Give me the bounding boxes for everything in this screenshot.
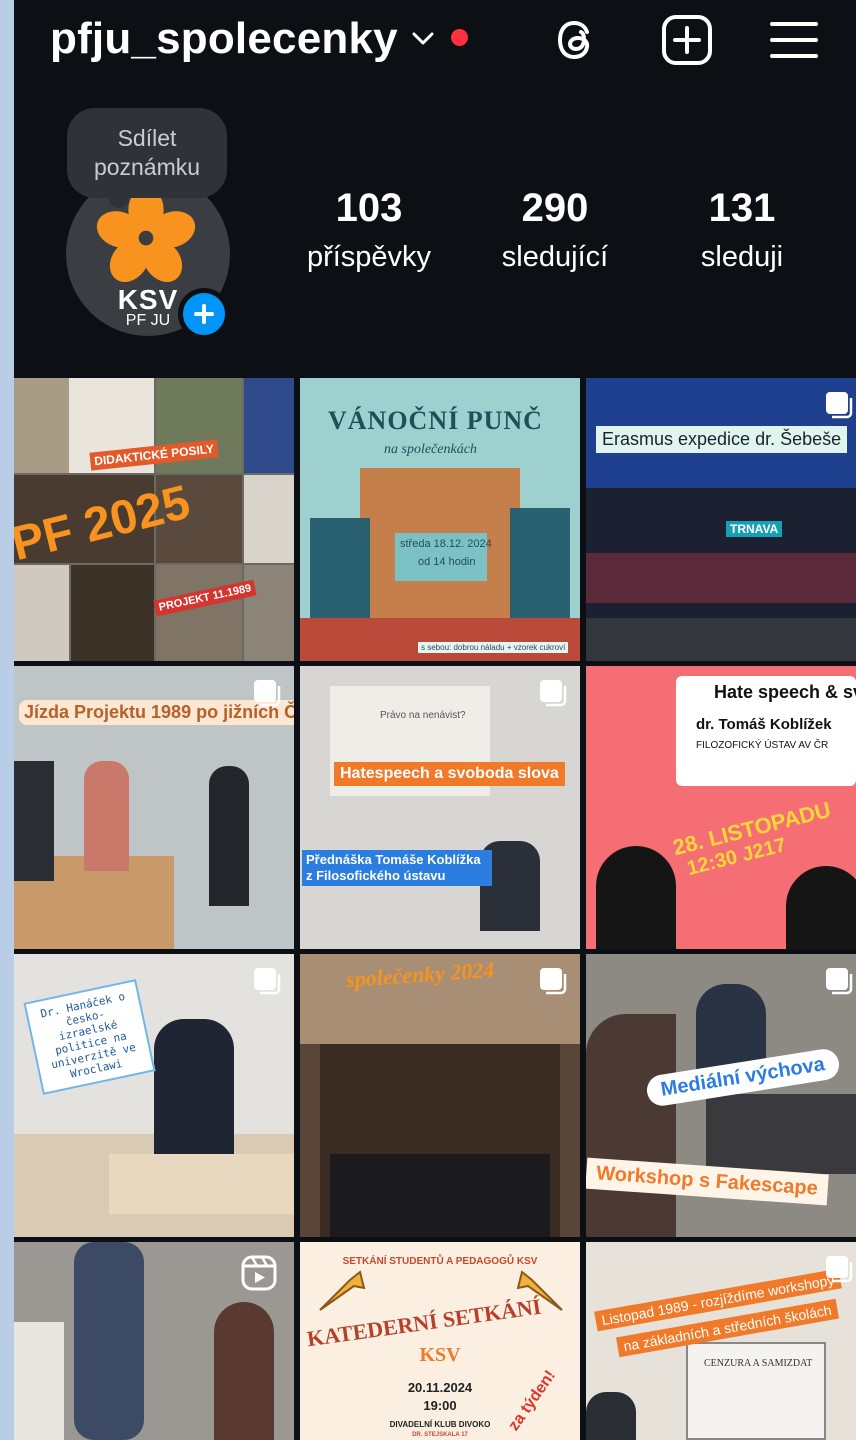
carousel-icon: [826, 1256, 853, 1283]
posts-grid: DIDAKTICKÉ POSILY PF 2025 PROJEKT 11.198…: [14, 378, 856, 1440]
post-tile[interactable]: Jízda Projektu 1989 po jižních Čechách: [14, 666, 294, 949]
notification-dot: [451, 29, 468, 46]
menu-icon[interactable]: [766, 12, 822, 68]
post-caption: na společenkách: [384, 442, 477, 457]
stat-label: sledující: [501, 241, 609, 273]
profile-screen: pfju_spolecenky KSV PF JU Sdílet poznámk…: [14, 0, 856, 1440]
carousel-icon: [254, 680, 281, 707]
post-tile[interactable]: VÁNOČNÍ PUNČ na společenkách středa 18.1…: [300, 378, 580, 661]
post-caption: dr. Tomáš Koblížek: [696, 716, 832, 733]
top-bar: pfju_spolecenky: [14, 0, 856, 80]
post-caption: TRNAVA: [726, 521, 783, 537]
add-story-button[interactable]: [178, 288, 230, 340]
stat-number: 290: [521, 186, 589, 230]
carousel-icon: [540, 968, 567, 995]
reels-icon: [241, 1255, 277, 1291]
followers-count[interactable]: 290 sledující: [465, 186, 645, 274]
post-tile[interactable]: DIDAKTICKÉ POSILY PF 2025 PROJEKT 11.198…: [14, 378, 294, 661]
post-tile[interactable]: Mediální výchova Workshop s Fakescape: [586, 954, 856, 1237]
carousel-icon: [254, 968, 281, 995]
post-caption: CENZURA A SAMIZDAT: [704, 1358, 813, 1369]
post-tile[interactable]: [14, 1242, 294, 1440]
post-tile[interactable]: Dr. Hanáček o česko-izraelské politice n…: [14, 954, 294, 1237]
post-tile[interactable]: Erasmus expedice dr. Šebeše TRNAVA: [586, 378, 856, 661]
post-caption: Přednáška Tomáše Koblížka z Filosofickéh…: [302, 850, 492, 886]
account-username[interactable]: pfju_spolecenky: [50, 14, 398, 64]
post-caption: Hatespeech a svoboda slova: [334, 762, 565, 786]
share-note-bubble[interactable]: Sdílet poznámku: [67, 108, 227, 198]
post-caption: DR. STEJSKALA 17: [412, 1432, 468, 1438]
stat-label: sleduji: [700, 241, 784, 273]
carousel-icon: [540, 680, 567, 707]
following-count[interactable]: 131 sleduji: [652, 186, 832, 274]
carousel-icon: [826, 968, 853, 995]
post-tile[interactable]: SETKÁNÍ STUDENTŮ A PEDAGOGŮ KSV KATEDERN…: [300, 1242, 580, 1440]
trumpet-icon: [516, 1270, 563, 1311]
post-caption: VÁNOČNÍ PUNČ: [328, 406, 543, 435]
threads-icon[interactable]: [550, 12, 606, 68]
post-caption: Právo na nenávist?: [380, 710, 466, 721]
posts-count[interactable]: 103 příspěvky: [279, 186, 459, 274]
post-caption: s sebou: dobrou náladu + vzorek cukroví: [418, 642, 569, 653]
stat-number: 131: [708, 186, 776, 230]
carousel-icon: [826, 392, 853, 419]
chevron-down-icon[interactable]: [410, 28, 436, 48]
trumpet-icon: [319, 1270, 366, 1311]
post-caption: od 14 hodin: [418, 556, 476, 568]
post-tile[interactable]: CENZURA A SAMIZDAT Listopad 1989 - rozjí…: [586, 1242, 856, 1440]
post-tile[interactable]: Hate speech & svoboda slova dr. Tomáš Ko…: [586, 666, 856, 949]
create-post-icon[interactable]: [659, 12, 715, 68]
post-caption: FILOZOFICKÝ ÚSTAV AV ČR: [696, 740, 829, 751]
stat-label: příspěvky: [306, 241, 432, 273]
post-caption: KSV: [419, 1344, 461, 1366]
post-caption: Hate speech & svoboda slova: [714, 682, 856, 702]
post-tile[interactable]: Právo na nenávist? Hatespeech a svoboda …: [300, 666, 580, 949]
post-caption: DIVADELNÍ KLUB DIVOKO: [389, 1420, 491, 1429]
post-caption: Erasmus expedice dr. Šebeše: [596, 426, 848, 453]
post-caption: Dr. Hanáček o česko-izraelské politice n…: [23, 979, 156, 1095]
post-caption: středa 18.12. 2024: [400, 538, 492, 550]
post-tile[interactable]: společenky 2024: [300, 954, 580, 1237]
stat-number: 103: [335, 186, 403, 230]
